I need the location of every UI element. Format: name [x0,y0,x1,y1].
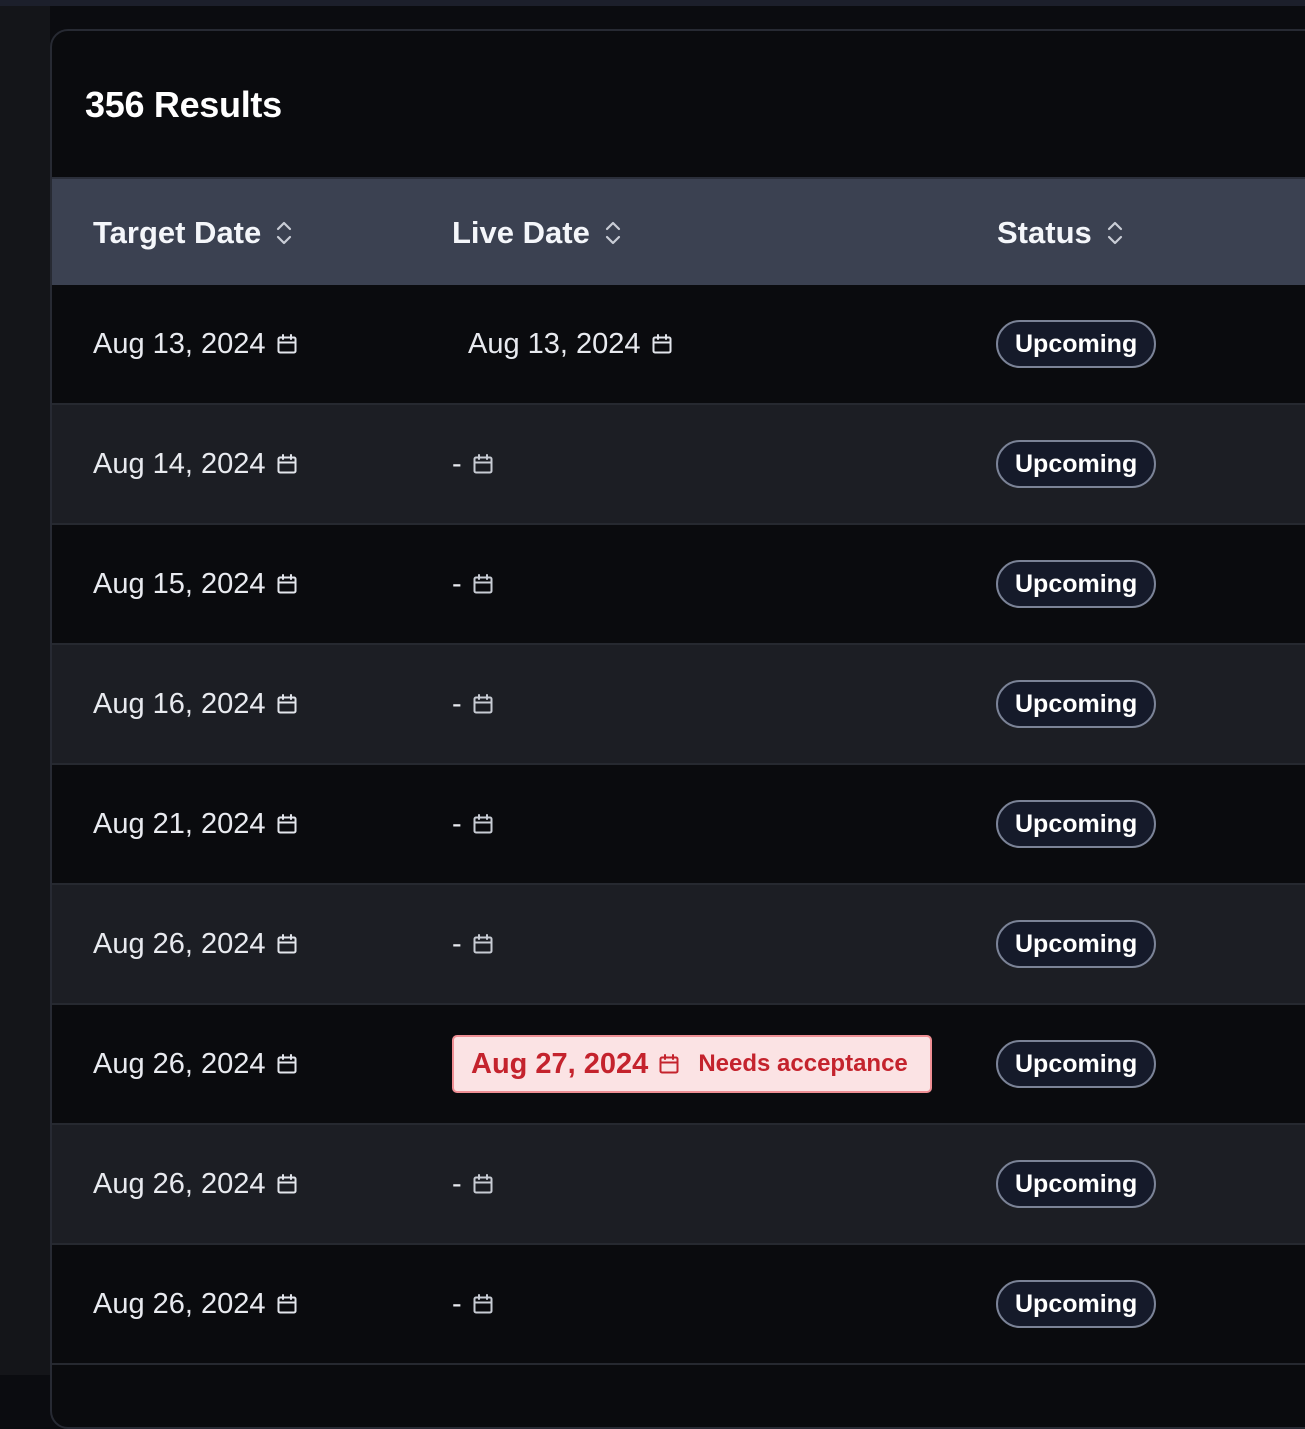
table-row[interactable]: Aug 26, 2024 - Upcoming [52,1245,1305,1365]
calendar-icon[interactable] [276,333,298,355]
column-header-live-date[interactable]: Live Date [452,179,622,287]
target-date-value: Aug 26, 2024 [93,927,266,960]
left-gutter [0,6,50,1375]
calendar-icon[interactable] [658,1053,680,1075]
table-row[interactable]: Aug 14, 2024 - Upcoming [52,405,1305,525]
status-cell: Upcoming [996,1125,1157,1243]
live-date-cell[interactable]: - [452,765,494,883]
calendar-icon[interactable] [276,1173,298,1195]
calendar-icon[interactable] [276,933,298,955]
status-cell: Upcoming [996,765,1157,883]
live-date-empty: - [452,567,462,600]
live-date-cell[interactable]: - [452,645,494,763]
live-date-empty: - [452,927,462,960]
status-badge[interactable]: Upcoming [996,1280,1157,1328]
calendar-icon[interactable] [276,1293,298,1315]
table-header: Target Date Live Date Status [52,177,1305,287]
live-date-cell[interactable]: - [452,1245,494,1363]
calendar-icon[interactable] [472,1293,494,1315]
needs-acceptance-alert[interactable]: Aug 27, 2024 Needs acceptance [452,1035,932,1093]
sort-chevrons-icon[interactable] [604,218,622,248]
calendar-icon[interactable] [472,693,494,715]
column-header-target-date[interactable]: Target Date [93,179,293,287]
calendar-icon[interactable] [276,813,298,835]
live-date-empty: - [452,687,462,720]
target-date-cell[interactable]: Aug 14, 2024 [93,405,298,523]
calendar-icon[interactable] [472,933,494,955]
target-date-cell[interactable]: Aug 21, 2024 [93,765,298,883]
column-header-label: Status [997,215,1092,250]
calendar-icon[interactable] [276,573,298,595]
status-cell: Upcoming [996,1005,1157,1123]
table-row[interactable]: Aug 15, 2024 - Upcoming [52,525,1305,645]
sort-chevrons-icon[interactable] [275,218,293,248]
target-date-cell[interactable]: Aug 15, 2024 [93,525,298,643]
calendar-icon[interactable] [472,1173,494,1195]
sort-chevrons-icon[interactable] [1106,218,1124,248]
live-date-cell[interactable]: - [452,405,494,523]
status-cell: Upcoming [996,285,1157,403]
live-date-empty: - [452,1167,462,1200]
status-badge[interactable]: Upcoming [996,440,1157,488]
column-header-label: Live Date [452,215,590,250]
target-date-value: Aug 15, 2024 [93,567,266,600]
status-cell: Upcoming [996,885,1157,1003]
target-date-value: Aug 26, 2024 [93,1047,266,1080]
calendar-icon[interactable] [472,573,494,595]
table-row[interactable]: Aug 16, 2024 - Upcoming [52,645,1305,765]
target-date-value: Aug 26, 2024 [93,1287,266,1320]
table-body: Aug 13, 2024 Aug 13, 2024 Upcoming Aug 14, … [52,285,1305,1365]
status-badge[interactable]: Upcoming [996,560,1157,608]
target-date-cell[interactable]: Aug 26, 2024 [93,1125,298,1243]
live-date-empty: - [452,807,462,840]
live-date-cell[interactable]: - [452,885,494,1003]
target-date-cell[interactable]: Aug 26, 2024 [93,1245,298,1363]
table-row[interactable]: Aug 26, 2024 - Upcoming [52,885,1305,1005]
live-date-value: Aug 27, 2024 [471,1047,649,1080]
live-date-cell[interactable]: - [452,525,494,643]
status-cell: Upcoming [996,645,1157,763]
target-date-cell[interactable]: Aug 26, 2024 [93,1005,298,1123]
target-date-value: Aug 21, 2024 [93,807,266,840]
status-badge[interactable]: Upcoming [996,1040,1157,1088]
status-cell: Upcoming [996,405,1157,523]
calendar-icon[interactable] [651,333,673,355]
status-badge[interactable]: Upcoming [996,920,1157,968]
status-badge[interactable]: Upcoming [996,680,1157,728]
target-date-cell[interactable]: Aug 13, 2024 [93,285,298,403]
status-cell: Upcoming [996,1245,1157,1363]
live-date-cell[interactable]: Aug 13, 2024 [468,285,673,403]
calendar-icon[interactable] [276,693,298,715]
live-date-empty: - [452,447,462,480]
target-date-value: Aug 14, 2024 [93,447,266,480]
target-date-cell[interactable]: Aug 26, 2024 [93,885,298,1003]
calendar-icon[interactable] [276,453,298,475]
status-cell: Upcoming [996,525,1157,643]
status-badge[interactable]: Upcoming [996,320,1157,368]
table-row[interactable]: Aug 26, 2024 Aug 27, 2024 Needs acceptance… [52,1005,1305,1125]
table-row[interactable]: Aug 21, 2024 - Upcoming [52,765,1305,885]
top-bar [0,0,1305,6]
needs-acceptance-label: Needs acceptance [698,1050,908,1077]
table-row[interactable]: Aug 26, 2024 - Upcoming [52,1125,1305,1245]
target-date-value: Aug 13, 2024 [93,327,266,360]
calendar-icon[interactable] [472,453,494,475]
live-date-value: Aug 13, 2024 [468,327,641,360]
results-panel: 356 Results Target Date Live Date Status… [50,29,1305,1429]
target-date-value: Aug 26, 2024 [93,1167,266,1200]
calendar-icon[interactable] [276,1053,298,1075]
calendar-icon[interactable] [472,813,494,835]
column-header-label: Target Date [93,215,262,250]
results-count-title: 356 Results [85,84,282,125]
target-date-value: Aug 16, 2024 [93,687,266,720]
status-badge[interactable]: Upcoming [996,1160,1157,1208]
target-date-cell[interactable]: Aug 16, 2024 [93,645,298,763]
status-badge[interactable]: Upcoming [996,800,1157,848]
column-header-status[interactable]: Status [997,179,1124,287]
live-date-cell[interactable]: - [452,1125,494,1243]
live-date-empty: - [452,1287,462,1320]
live-date-cell[interactable]: Aug 27, 2024 Needs acceptance [452,1005,932,1123]
table-row[interactable]: Aug 13, 2024 Aug 13, 2024 Upcoming [52,285,1305,405]
